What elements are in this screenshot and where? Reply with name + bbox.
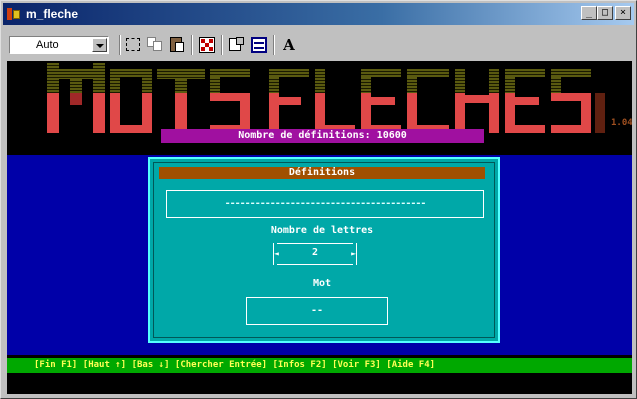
toolbar-separator [273,35,275,55]
definitions-dialog: Définitions ----------------------------… [148,157,500,343]
letters-label: Nombre de lettres [270,225,374,236]
font-icon[interactable]: A [279,35,299,55]
shortcut-info[interactable]: [Infos F2] [272,360,326,370]
select-icon[interactable] [123,35,143,55]
background-icon[interactable] [249,35,269,55]
minimize-button[interactable]: _ [581,6,597,20]
word-field[interactable]: -- [246,297,388,325]
copy-icon[interactable] [145,35,165,55]
window-title: m_fleche [26,7,79,21]
properties-icon[interactable] [227,35,247,55]
letters-spinner[interactable]: ◄ 2 ► [273,243,357,265]
shortcut-down[interactable]: [Bas ↓] [132,360,170,370]
arrow-right-icon[interactable]: ► [351,250,356,258]
version-label: 1.04 [611,118,632,128]
shortcut-help[interactable]: [Aide F4] [386,360,435,370]
shortcut-search[interactable]: [Chercher Entrée] [175,360,267,370]
definitions-count: Nombre de définitions: 10600 [161,129,484,143]
banner-logo [7,61,632,161]
font-size-select[interactable]: Auto [9,36,109,54]
app-icon[interactable] [6,6,22,22]
console-screen[interactable]: 1.04 Nombre de définitions: 10600 Défini… [7,61,632,394]
definition-field[interactable]: ---------------------------------------- [166,190,484,218]
console-window: m_fleche _ □ × Auto A 1.04 Nombre de déf… [0,0,637,399]
word-label: Mot [312,278,332,289]
maximize-button[interactable]: □ [597,6,613,20]
toolbar-separator [221,35,223,55]
toolbar: Auto A [3,27,634,59]
shortcut-quit[interactable]: [Fin F1] [34,360,77,370]
toolbar-separator [119,35,121,55]
shortcut-view[interactable]: [Voir F3] [332,360,381,370]
title-bar[interactable]: m_fleche _ □ × [3,3,634,25]
shortcut-bar: [Fin F1] [Haut ↑] [Bas ↓] [Chercher Entr… [7,358,632,373]
letters-value: 2 [311,247,319,258]
shortcut-up[interactable]: [Haut ↑] [83,360,126,370]
dialog-title: Définitions [159,167,485,179]
toolbar-separator [191,35,193,55]
fullscreen-icon[interactable] [197,35,217,55]
paste-icon[interactable] [167,35,187,55]
font-size-value: Auto [36,39,59,51]
close-button[interactable]: × [615,6,631,20]
chevron-down-icon[interactable] [92,38,107,52]
